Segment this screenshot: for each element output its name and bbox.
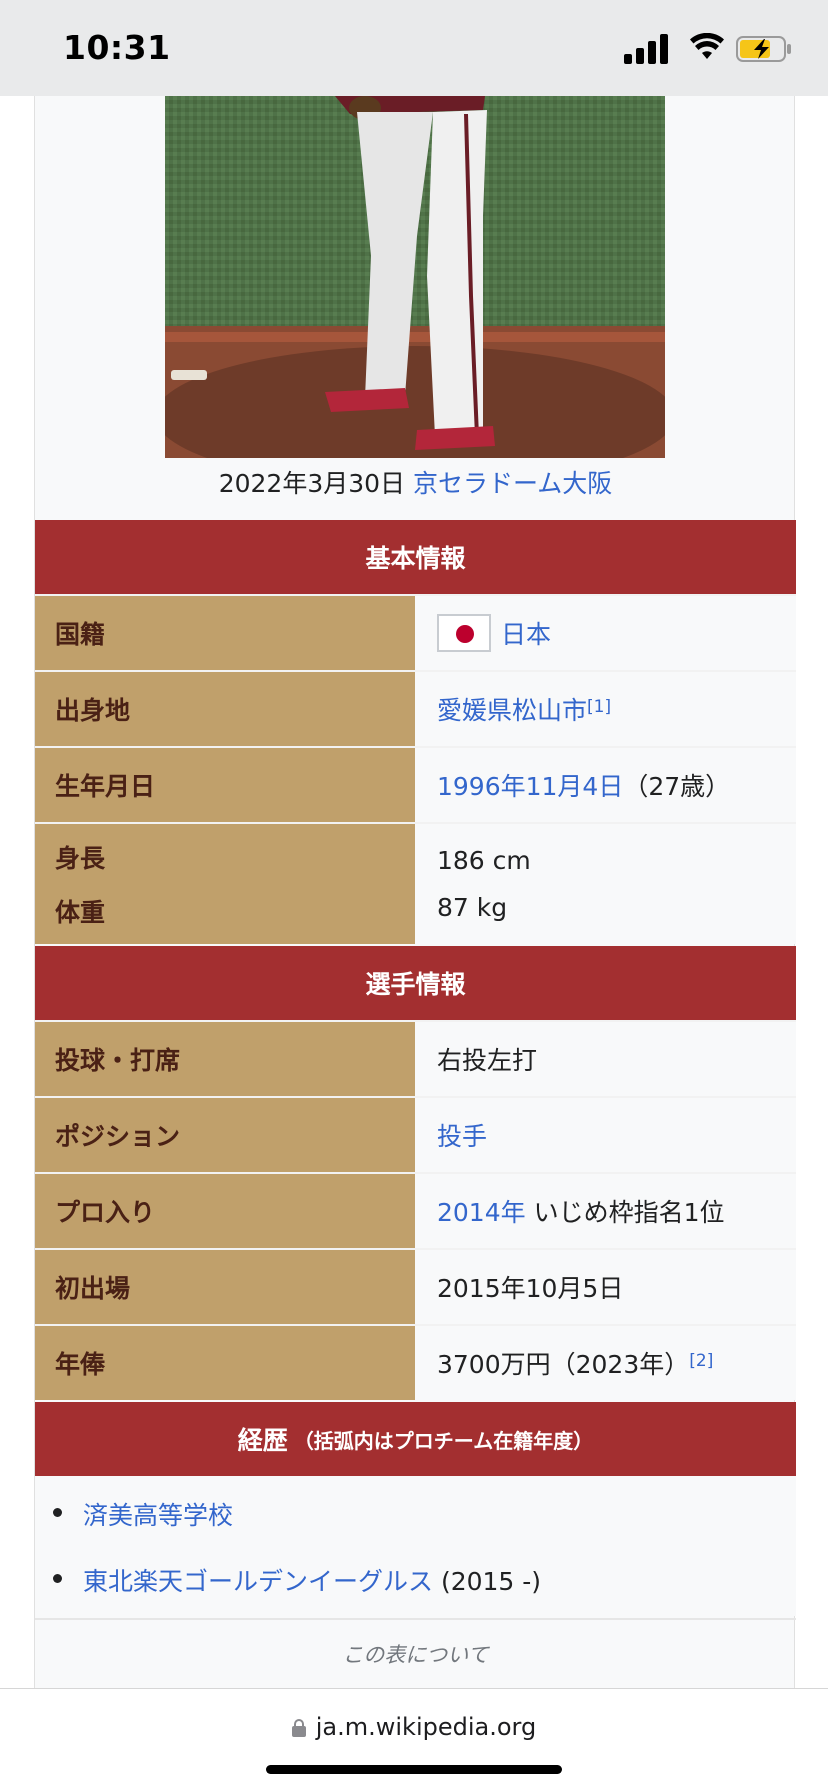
row-birthdate: 生年月日 1996年11月4日 （27歳） <box>35 746 796 822</box>
row-draft: プロ入り 2014年 いじめ枠指名1位 <box>35 1172 796 1248</box>
browser-url-bar[interactable]: ja.m.wikipedia.org <box>0 1688 828 1792</box>
ref-2-link[interactable]: [2] <box>689 1351 713 1371</box>
url-text: ja.m.wikipedia.org <box>315 1713 537 1741</box>
section-header-career: 経歴 （括弧内はプロチーム在籍年度） <box>35 1402 796 1476</box>
home-indicator[interactable] <box>266 1765 562 1774</box>
nationality-link[interactable]: 日本 <box>501 615 551 651</box>
row-debut: 初出場 2015年10月5日 <box>35 1248 796 1324</box>
label-position: ポジション <box>35 1098 415 1172</box>
value-height: 186 cm <box>437 846 531 875</box>
about-this-table-link[interactable]: この表について <box>35 1618 796 1688</box>
career-note: （括弧内はプロチーム在籍年度） <box>293 1428 594 1453</box>
birthplace-link[interactable]: 愛媛県松山市 <box>437 691 587 727</box>
caption-date: 2022年3月30日 <box>218 469 406 498</box>
japan-flag-icon <box>437 614 491 652</box>
career-team-years: (2015 -) <box>433 1567 542 1596</box>
value-bats-throws: 右投左打 <box>417 1022 796 1096</box>
row-nationality: 国籍 日本 <box>35 594 796 670</box>
career-school-link[interactable]: 済美高等学校 <box>83 1501 233 1530</box>
infobox: 2022年3月30日 京セラドーム大阪 基本情報 国籍 日本 出身地 愛媛県松山… <box>34 96 796 1688</box>
player-photo[interactable] <box>165 96 665 458</box>
value-nationality: 日本 <box>417 596 796 670</box>
position-link[interactable]: 投手 <box>437 1117 487 1153</box>
row-birthplace: 出身地 愛媛県松山市 [1] <box>35 670 796 746</box>
url-display[interactable]: ja.m.wikipedia.org <box>0 1713 828 1741</box>
section-title-basic: 基本情報 <box>365 544 466 573</box>
career-list: 済美高等学校 東北楽天ゴールデンイーグルス (2015 -) <box>35 1476 796 1616</box>
value-salary: 3700万円（2023年） [2] <box>417 1326 796 1400</box>
section-header-basic-info: 基本情報 <box>35 520 796 594</box>
label-debut: 初出場 <box>35 1250 415 1324</box>
label-height: 身長 <box>55 844 106 873</box>
section-title-player: 選手情報 <box>365 970 466 999</box>
value-debut: 2015年10月5日 <box>417 1250 796 1324</box>
value-birthdate: 1996年11月4日 （27歳） <box>417 748 796 822</box>
career-item: 済美高等学校 <box>52 1496 233 1532</box>
row-height-weight: 身長 体重 186 cm 87 kg <box>35 822 796 944</box>
section-title-career: 経歴 <box>237 1426 288 1455</box>
value-position: 投手 <box>417 1098 796 1172</box>
player-photo-image <box>165 96 665 458</box>
photo-caption: 2022年3月30日 京セラドーム大阪 <box>35 464 796 500</box>
lock-icon <box>291 1719 306 1737</box>
caption-location-link[interactable]: 京セラドーム大阪 <box>413 469 612 498</box>
age-text: （27歳） <box>623 772 731 801</box>
wifi-icon <box>690 33 724 59</box>
label-salary: 年俸 <box>35 1326 415 1400</box>
draft-detail: いじめ枠指名1位 <box>525 1198 725 1227</box>
draft-year-link[interactable]: 2014年 <box>437 1193 526 1229</box>
label-draft: プロ入り <box>35 1174 415 1248</box>
value-weight: 87 kg <box>437 893 508 922</box>
ref-1-link[interactable]: [1] <box>587 697 611 717</box>
row-position: ポジション 投手 <box>35 1096 796 1172</box>
status-bar: 10:31 <box>0 0 828 96</box>
label-bats-throws: 投球・打席 <box>35 1022 415 1096</box>
row-bats-throws: 投球・打席 右投左打 <box>35 1020 796 1096</box>
birthdate-link[interactable]: 1996年11月4日 <box>437 767 623 803</box>
salary-text: 3700万円（2023年） <box>437 1350 690 1379</box>
label-nationality: 国籍 <box>35 596 415 670</box>
label-birthplace: 出身地 <box>35 672 415 746</box>
label-height-weight: 身長 体重 <box>35 824 415 944</box>
section-header-player-info: 選手情報 <box>35 946 796 1020</box>
status-time: 10:31 <box>63 28 171 67</box>
career-item: 東北楽天ゴールデンイーグルス (2015 -) <box>52 1562 542 1598</box>
status-icons <box>624 33 794 64</box>
row-salary: 年俸 3700万円（2023年） [2] <box>35 1324 796 1400</box>
value-birthplace: 愛媛県松山市 [1] <box>417 672 796 746</box>
label-weight: 体重 <box>55 898 106 927</box>
cellular-signal-icon <box>624 34 668 64</box>
battery-charging-icon <box>736 36 791 62</box>
value-height-weight: 186 cm 87 kg <box>417 824 796 944</box>
career-team-link[interactable]: 東北楽天ゴールデンイーグルス <box>83 1567 433 1596</box>
label-birthdate: 生年月日 <box>35 748 415 822</box>
value-draft: 2014年 いじめ枠指名1位 <box>417 1174 796 1248</box>
